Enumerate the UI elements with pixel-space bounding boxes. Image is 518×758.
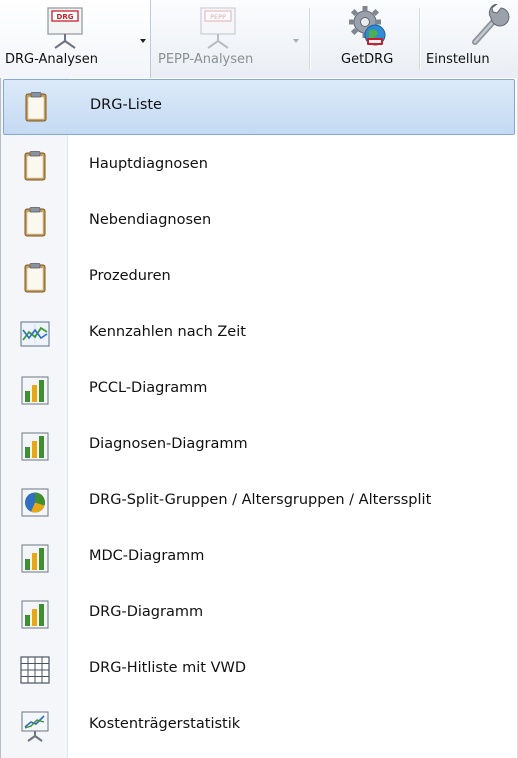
- bar-chart-icon: [19, 542, 51, 574]
- menu-item-label: Diagnosen-Diagramm: [89, 436, 248, 452]
- chevron-down-icon[interactable]: [140, 39, 146, 43]
- drg-analysen-label: DRG-Analysen: [5, 52, 98, 67]
- drg-analysen-dropdown-menu: DRG-Liste Hauptdiagnosen Nebendiagnosen: [0, 78, 518, 758]
- menu-item-label: PCCL-Diagramm: [89, 380, 208, 396]
- gear-globe-icon: [345, 4, 389, 52]
- getdrg-button[interactable]: GetDRG: [311, 0, 419, 78]
- bar-chart-icon: [19, 374, 51, 406]
- menu-item-drg-hitliste-mit-vwd[interactable]: DRG-Hitliste mit VWD: [1, 642, 517, 698]
- pie-chart-icon: [19, 486, 51, 518]
- menu-item-label: DRG-Diagramm: [89, 604, 204, 620]
- presentation-chart-icon: [19, 710, 51, 742]
- menu-item-label: DRG-Hitliste mit VWD: [89, 660, 247, 676]
- drg-presentation-icon: DRG: [45, 6, 85, 54]
- pepp-analysen-button[interactable]: PEPP PEPP-Analysen: [151, 0, 308, 78]
- toolbar-separator: [309, 8, 310, 70]
- pepp-presentation-icon: PEPP: [198, 6, 238, 54]
- getdrg-label: GetDRG: [341, 52, 394, 67]
- menu-item-prozeduren[interactable]: Prozeduren: [1, 250, 517, 306]
- menu-item-kennzahlen-nach-zeit[interactable]: Kennzahlen nach Zeit: [1, 306, 517, 362]
- wrench-icon: [467, 3, 511, 52]
- menu-item-nebendiagnosen[interactable]: Nebendiagnosen: [1, 194, 517, 250]
- chevron-down-icon[interactable]: [293, 39, 299, 43]
- menu-item-label: DRG-Split-Gruppen / Altersgruppen / Alte…: [89, 492, 432, 508]
- menu-item-hauptdiagnosen[interactable]: Hauptdiagnosen: [1, 138, 517, 194]
- toolbar-separator: [419, 8, 420, 70]
- menu-item-mdc-diagramm[interactable]: MDC-Diagramm: [1, 530, 517, 586]
- clipboard-icon: [20, 91, 52, 123]
- bar-chart-icon: [19, 598, 51, 630]
- drg-analysen-button[interactable]: DRG DRG-Analysen: [0, 0, 151, 78]
- grid-table-icon: [19, 654, 51, 686]
- bar-chart-icon: [19, 430, 51, 462]
- menu-item-kostentraegerstatistik[interactable]: Kostenträgerstatistik: [1, 698, 517, 754]
- menu-item-label: MDC-Diagramm: [89, 548, 205, 564]
- menu-item-drg-diagramm[interactable]: DRG-Diagramm: [1, 586, 517, 642]
- menu-item-pccl-diagramm[interactable]: PCCL-Diagramm: [1, 362, 517, 418]
- einstellungen-button[interactable]: Einstellun: [421, 0, 518, 78]
- svg-text:DRG: DRG: [57, 13, 74, 21]
- clipboard-icon: [19, 150, 51, 182]
- menu-item-label: Hauptdiagnosen: [89, 156, 208, 172]
- menu-item-label: Kostenträgerstatistik: [89, 716, 241, 732]
- clipboard-icon: [19, 262, 51, 294]
- menu-item-drg-split-gruppen[interactable]: DRG-Split-Gruppen / Altersgruppen / Alte…: [1, 474, 517, 530]
- menu-item-label: Kennzahlen nach Zeit: [89, 324, 246, 340]
- menu-item-drg-liste[interactable]: DRG-Liste: [3, 79, 515, 135]
- svg-text:PEPP: PEPP: [210, 13, 226, 21]
- menu-item-label: Nebendiagnosen: [89, 212, 212, 228]
- ribbon-toolbar: DRG DRG-Analysen PEPP PEPP-Analysen GetD…: [0, 0, 518, 79]
- menu-item-label: DRG-Liste: [90, 97, 162, 113]
- menu-item-diagnosen-diagramm[interactable]: Diagnosen-Diagramm: [1, 418, 517, 474]
- pepp-analysen-label: PEPP-Analysen: [158, 52, 254, 67]
- einstellungen-label: Einstellun: [426, 52, 490, 67]
- line-chart-icon: [19, 318, 51, 350]
- menu-item-label: Prozeduren: [89, 268, 171, 284]
- clipboard-icon: [19, 206, 51, 238]
